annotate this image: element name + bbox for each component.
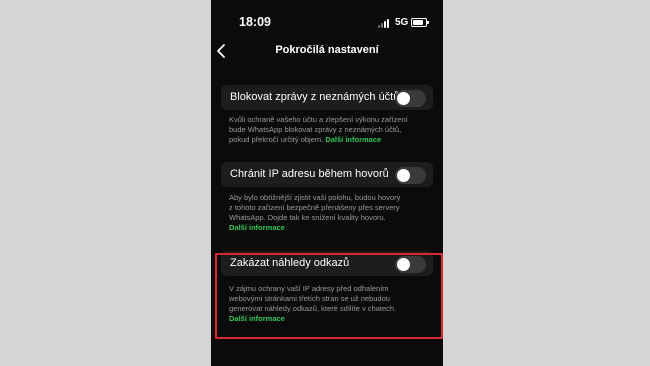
disable-previews-toggle[interactable] <box>395 256 426 273</box>
setting-label: Chránit IP adresu během hovorů <box>230 168 389 180</box>
setting-description: Aby bylo obtížnější zjistit vaši polohu,… <box>229 193 429 233</box>
block-unknown-toggle[interactable] <box>395 90 426 107</box>
description-line: WhatsApp. Dojde tak ke snížení kvality h… <box>229 213 386 222</box>
description-line: z tohoto zařízení bezpečně přenášeny pře… <box>229 203 400 212</box>
setting-description: V zájmu ochrany vaší IP adresy před odha… <box>229 284 429 324</box>
description-line: generovat náhledy odkazů, které sdílíte … <box>229 304 397 313</box>
description-line: Aby bylo obtížnější zjistit vaši polohu,… <box>229 193 401 202</box>
phone-screen: 18:09 5G Pokročilá nastavení Blokovat zp… <box>211 0 443 366</box>
setting-block-unknown-accounts[interactable]: Blokovat zprávy z neznámých účtů <box>221 85 433 110</box>
battery-tip <box>427 21 429 24</box>
more-info-link[interactable]: Další informace <box>229 314 285 323</box>
protect-ip-toggle[interactable] <box>395 167 426 184</box>
toggle-knob <box>397 169 410 182</box>
signal-icon <box>378 19 392 28</box>
status-bar: 18:09 5G <box>211 10 443 30</box>
page-title: Pokročilá nastavení <box>275 44 379 56</box>
description-line: webovými stránkami třetích stran se už n… <box>229 294 390 303</box>
network-type: 5G <box>395 17 409 28</box>
battery-icon <box>411 18 427 27</box>
setting-label: Zakázat náhledy odkazů <box>230 257 350 269</box>
setting-label: Blokovat zprávy z neznámých účtů <box>230 91 400 103</box>
description-line: bude WhatsApp blokovat zprávy z neznámýc… <box>229 125 402 134</box>
setting-description: Kvůli ochraně vašeho účtu a zlepšení výk… <box>229 115 429 145</box>
status-time: 18:09 <box>239 15 271 29</box>
toggle-knob <box>397 258 410 271</box>
toggle-knob <box>397 92 410 105</box>
description-line: pokud překročí určitý objem. <box>229 135 324 144</box>
nav-bar: Pokročilá nastavení <box>211 40 443 64</box>
more-info-link[interactable]: Další informace <box>325 135 381 144</box>
description-line: Kvůli ochraně vašeho účtu a zlepšení výk… <box>229 115 408 124</box>
more-info-link[interactable]: Další informace <box>229 223 285 232</box>
description-line: V zájmu ochrany vaší IP adresy před odha… <box>229 284 389 293</box>
setting-disable-link-previews[interactable]: Zakázat náhledy odkazů <box>221 251 433 276</box>
setting-protect-ip-calls[interactable]: Chránit IP adresu během hovorů <box>221 162 433 187</box>
